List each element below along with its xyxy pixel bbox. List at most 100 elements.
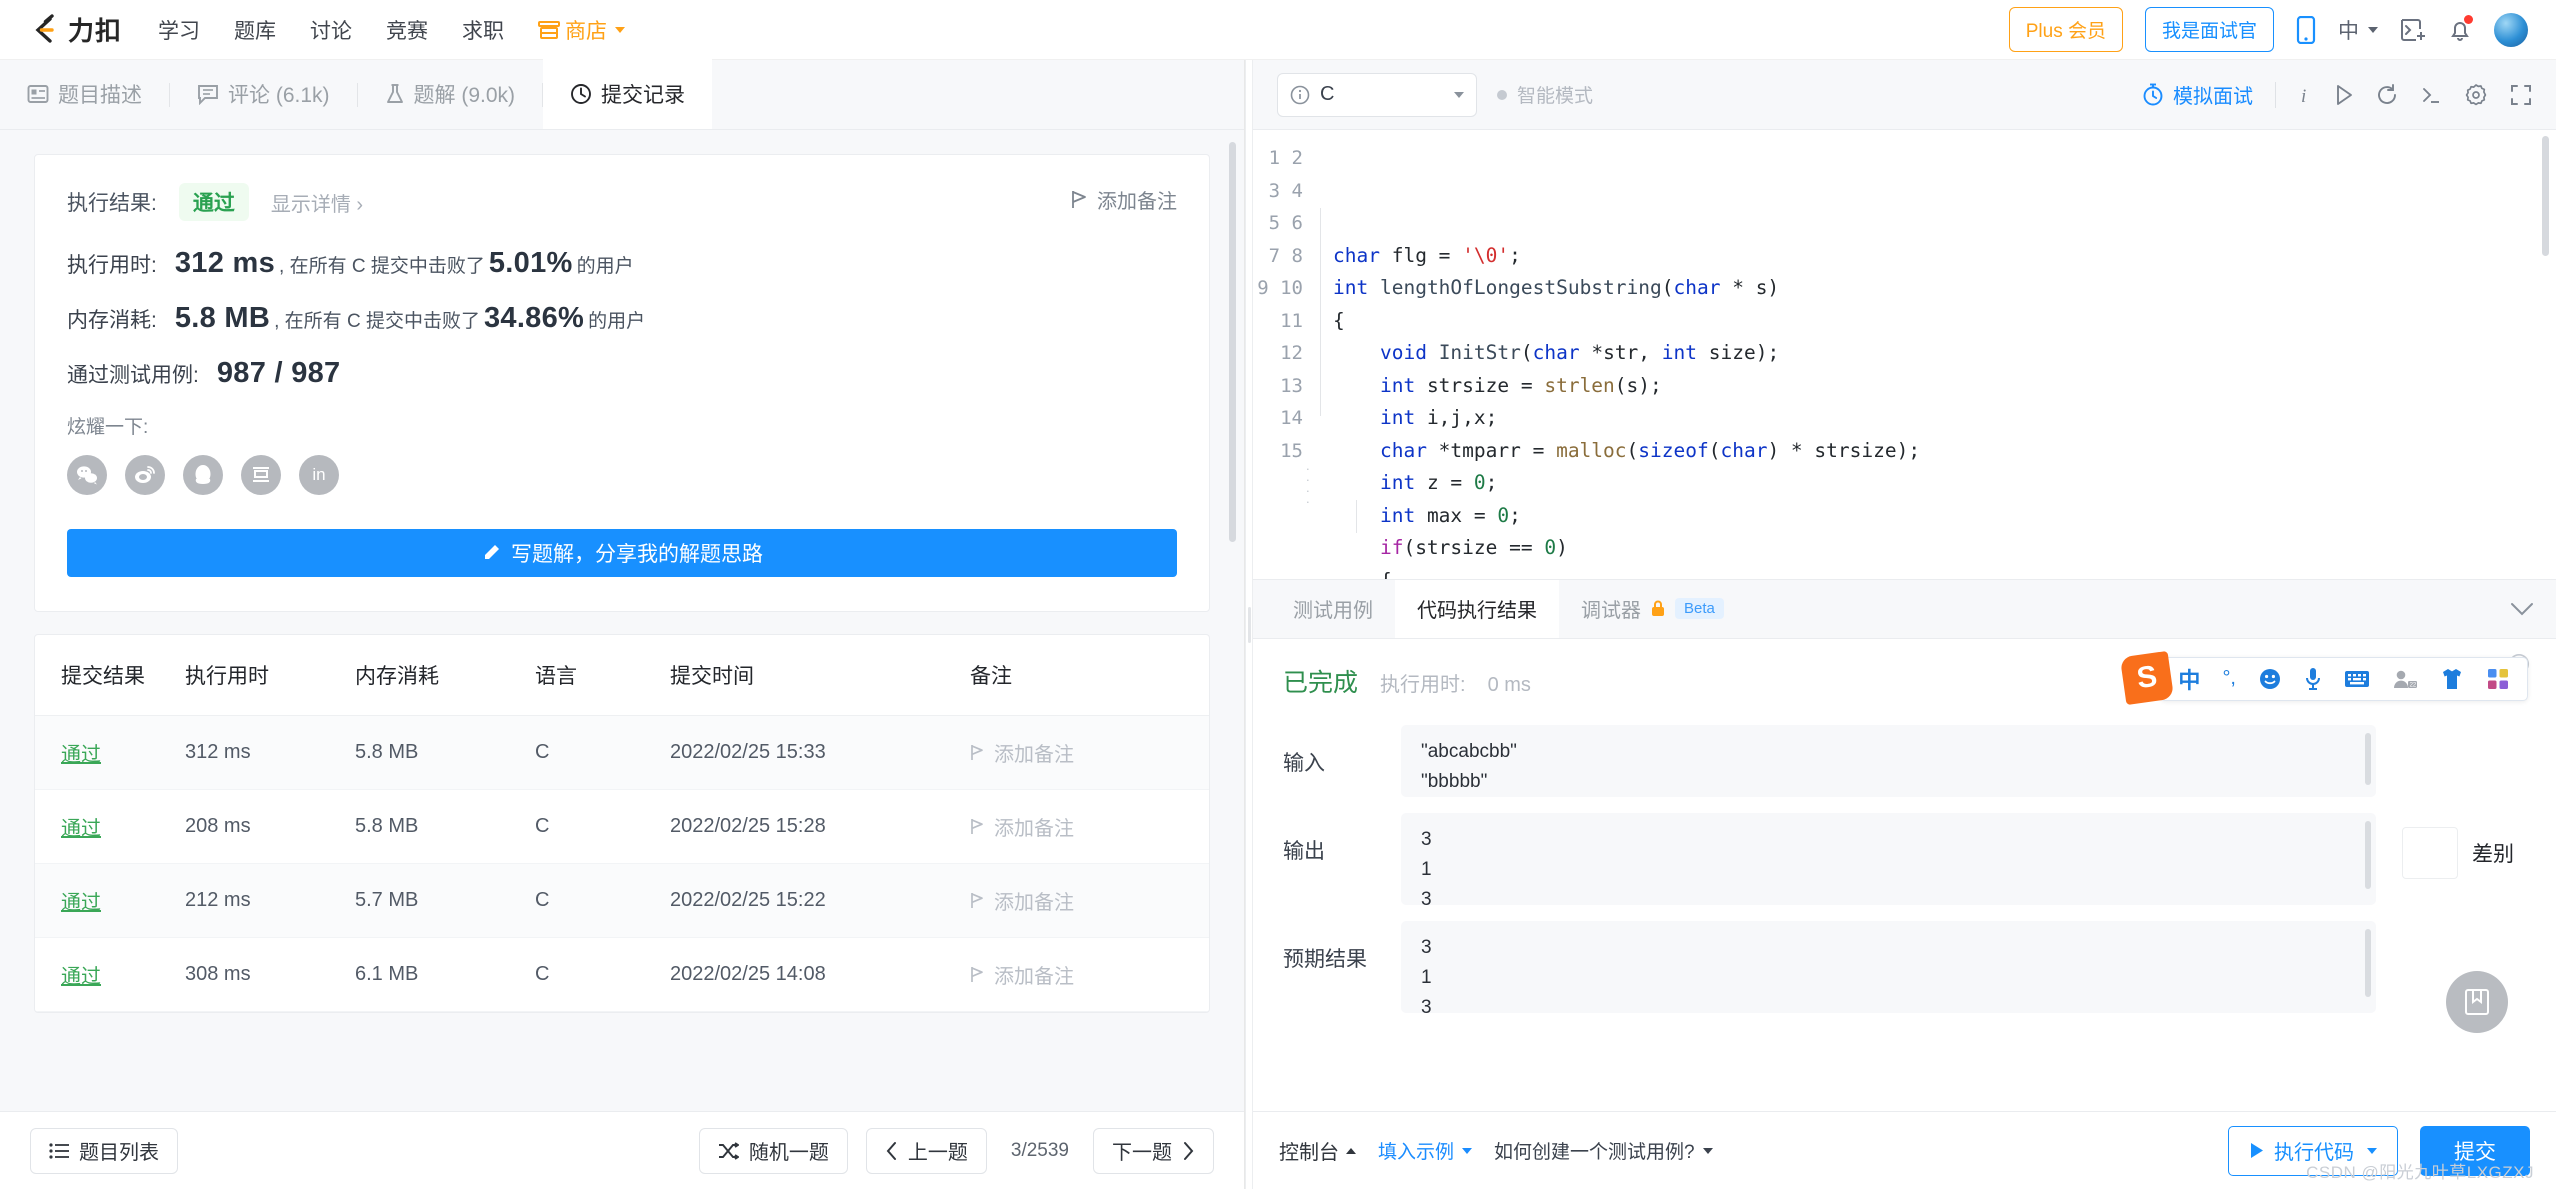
console-icon[interactable] [2420, 84, 2442, 106]
run-code-button[interactable]: 执行代码 [2228, 1126, 2398, 1176]
diff-checkbox[interactable] [2402, 827, 2458, 879]
editor-code-area[interactable]: char flg = '\0'; int lengthOfLongestSubs… [1315, 130, 2556, 579]
mobile-icon[interactable] [2296, 16, 2316, 44]
user-icon[interactable]: 22 [2381, 668, 2429, 690]
write-solution-button[interactable]: 写题解，分享我的解题思路 [67, 529, 1177, 577]
sogou-logo[interactable]: S [2120, 650, 2174, 704]
interviewer-button[interactable]: 我是面试官 [2145, 7, 2274, 52]
table-row[interactable]: 通过 308 ms 6.1 MB C 2022/02/25 14:08 添加备注 [35, 938, 1209, 1012]
nav-shop[interactable]: 商店 [536, 11, 627, 49]
output-scrollbar[interactable] [2365, 821, 2371, 889]
nav-contest[interactable]: 竞赛 [384, 11, 430, 49]
linkedin-icon[interactable]: in [299, 455, 339, 495]
nav-jobs[interactable]: 求职 [460, 11, 506, 49]
input-scrollbar[interactable] [2365, 733, 2371, 785]
row-add-note[interactable]: 添加备注 [970, 738, 1199, 767]
output-box[interactable]: 3 1 3 [1401, 813, 2376, 905]
prev-problem-label: 上一题 [908, 1136, 968, 1165]
prev-problem-button[interactable]: 上一题 [866, 1128, 987, 1174]
tab-debugger[interactable]: 调试器 Beta [1559, 580, 1746, 638]
ime-toolbar[interactable]: S 中 °, 22 [2160, 657, 2528, 701]
table-row[interactable]: 通过 312 ms 5.8 MB C 2022/02/25 15:33 添加备注 [35, 716, 1209, 790]
flask-icon [385, 83, 405, 105]
next-problem-button[interactable]: 下一题 [1093, 1128, 1214, 1174]
row-runtime: 212 ms [185, 864, 355, 938]
skin-icon[interactable] [2429, 668, 2475, 690]
code-editor[interactable]: 1 2 3 4 5 6 7 8 9 10 11 12 13 14 15 char… [1253, 130, 2556, 579]
language-switcher[interactable]: 中 [2338, 15, 2378, 45]
weibo-icon[interactable] [125, 455, 165, 495]
qq-icon[interactable] [183, 455, 223, 495]
chevron-down-icon [615, 27, 625, 33]
topnav-right-group: Plus 会员 我是面试官 中 [2009, 7, 2528, 52]
table-row[interactable]: 通过 212 ms 5.7 MB C 2022/02/25 15:22 添加备注 [35, 864, 1209, 938]
show-detail-label: 显示详情 [271, 194, 351, 216]
terminal-plus-icon[interactable] [2400, 17, 2426, 43]
input-box[interactable]: "abcabcbb" "bbbbb" [1401, 725, 2376, 797]
notebook-fab-icon[interactable] [2446, 971, 2508, 1033]
row-result-link[interactable]: 通过 [61, 744, 101, 766]
mock-interview-button[interactable]: 模拟面试 [2142, 80, 2253, 109]
expected-box[interactable]: 3 1 3 [1401, 921, 2376, 1013]
share-label: 炫耀一下: [67, 412, 1177, 439]
flag-icon [1071, 190, 1088, 209]
nav-study[interactable]: 学习 [156, 11, 202, 49]
submit-button[interactable]: 提交 [2420, 1126, 2530, 1176]
row-add-note[interactable]: 添加备注 [970, 886, 1199, 915]
tab-solutions[interactable]: 题解 (9.0k) [358, 59, 543, 129]
tab-submissions[interactable]: 提交记录 [543, 59, 712, 129]
nav-problems[interactable]: 题库 [232, 11, 278, 49]
row-add-note[interactable]: 添加备注 [970, 960, 1199, 989]
douban-icon[interactable] [241, 455, 281, 495]
comment-icon [197, 83, 219, 105]
row-add-note[interactable]: 添加备注 [970, 812, 1199, 841]
show-detail-link[interactable]: 显示详情 › [271, 188, 363, 217]
expected-scrollbar[interactable] [2365, 929, 2371, 997]
mic-icon[interactable] [2293, 667, 2333, 691]
bell-icon[interactable] [2448, 17, 2472, 43]
ime-punctuation-toggle[interactable]: °, [2211, 667, 2247, 690]
nav-discuss[interactable]: 讨论 [308, 11, 354, 49]
left-scrollbar[interactable] [1229, 142, 1236, 542]
editor-scrollbar[interactable] [2542, 136, 2549, 256]
keyboard-icon[interactable] [2333, 669, 2381, 689]
apps-icon[interactable] [2475, 667, 2521, 691]
wechat-icon[interactable] [67, 455, 107, 495]
diff-toggle-group[interactable]: 差别 [2376, 813, 2526, 879]
language-select[interactable]: C [1277, 73, 1477, 117]
how-to-create-testcase-button[interactable]: 如何创建一个测试用例? [1494, 1137, 1713, 1164]
left-footer-bar: 题目列表 随机一题 上一题 3/2539 下一题 [0, 1111, 1244, 1189]
row-result-link[interactable]: 通过 [61, 892, 101, 914]
tab-description[interactable]: 题目描述 [0, 59, 169, 129]
settings-icon[interactable] [2464, 83, 2488, 107]
problem-list-button[interactable]: 题目列表 [30, 1128, 178, 1174]
fill-example-button[interactable]: 填入示例 [1378, 1137, 1472, 1164]
table-row[interactable]: 通过 208 ms 5.8 MB C 2022/02/25 15:28 添加备注 [35, 790, 1209, 864]
reset-icon[interactable] [2376, 84, 2398, 106]
expected-row: 预期结果 3 1 3 [1283, 921, 2526, 1013]
ime-chinese-toggle[interactable]: 中 [2167, 663, 2211, 695]
row-result-link[interactable]: 通过 [61, 818, 101, 840]
output-value: 3 1 3 [1421, 829, 1432, 905]
pane-splitter[interactable] [1245, 60, 1253, 1189]
emoji-icon[interactable] [2247, 667, 2293, 691]
add-note-button[interactable]: 添加备注 [1071, 185, 1177, 214]
fullscreen-icon[interactable] [2510, 84, 2532, 106]
smart-mode-toggle[interactable]: 智能模式 [1497, 81, 1593, 108]
console-collapse-button[interactable] [2510, 580, 2556, 638]
play-icon[interactable] [2334, 84, 2354, 106]
random-problem-button[interactable]: 随机一题 [699, 1128, 848, 1174]
row-result-link[interactable]: 通过 [61, 966, 101, 988]
toolbar-divider [2275, 82, 2276, 108]
leetcode-logo[interactable]: 力扣 [28, 11, 122, 48]
plus-membership-button[interactable]: Plus 会员 [2009, 7, 2123, 52]
indent-guide [1356, 500, 1357, 533]
tab-testcases[interactable]: 测试用例 [1271, 580, 1395, 638]
runtime-tail-text: 的用户 [577, 251, 634, 278]
console-toggle-button[interactable]: 控制台 [1279, 1136, 1356, 1165]
tab-comments[interactable]: 评论 (6.1k) [170, 59, 357, 129]
avatar[interactable] [2494, 13, 2528, 47]
info-icon[interactable]: i [2298, 83, 2312, 107]
tab-execution-result[interactable]: 代码执行结果 [1395, 580, 1559, 638]
share-row: in [67, 455, 1177, 495]
